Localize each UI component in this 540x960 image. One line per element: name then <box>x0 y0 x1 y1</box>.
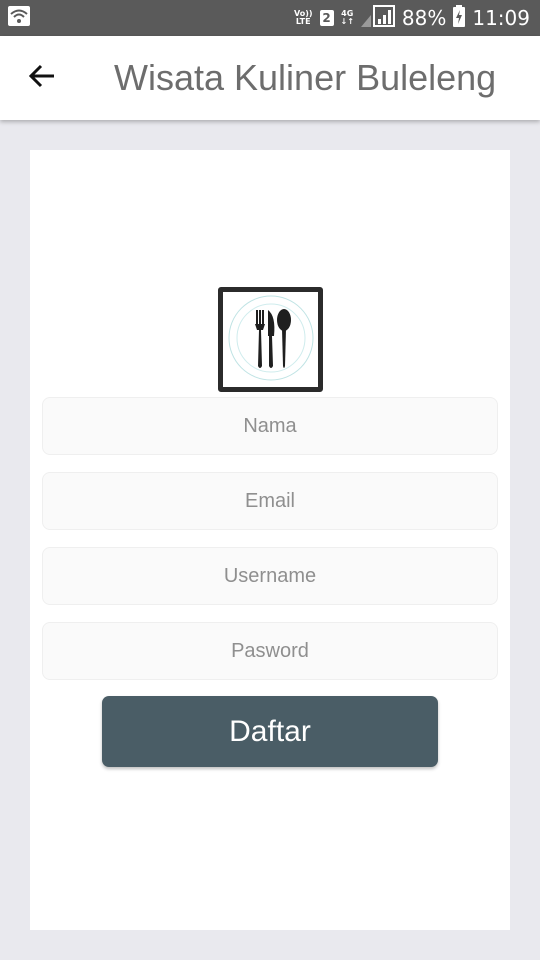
page-title: Wisata Kuliner Buleleng <box>114 57 497 98</box>
register-button[interactable]: Daftar <box>102 696 438 767</box>
username-field[interactable]: Username <box>42 547 498 605</box>
wifi-icon <box>8 6 30 30</box>
battery-charging-icon <box>453 5 466 31</box>
register-card: Nama Email Username Pasword Daftar <box>30 150 510 930</box>
cutlery-icon <box>227 294 315 386</box>
clock: 11:09 <box>472 6 530 30</box>
volte-indicator: Vo)) LTE <box>294 10 313 26</box>
battery-percent: 88% <box>401 6 447 30</box>
status-bar: Vo)) LTE 2 4G ↓↑ 88% 11:09 <box>0 0 540 36</box>
name-field[interactable]: Nama <box>42 397 498 455</box>
password-field[interactable]: Pasword <box>42 622 498 680</box>
network-arrows: ↓↑ <box>340 17 354 26</box>
app-bar: Wisata Kuliner Buleleng <box>0 36 540 120</box>
email-field[interactable]: Email <box>42 472 498 530</box>
sim-slot-badge: 2 <box>319 10 334 26</box>
network-type: 4G ↓↑ <box>341 10 354 26</box>
status-right: Vo)) LTE 2 4G ↓↑ 88% 11:09 <box>294 5 530 31</box>
signal-icon <box>360 5 395 31</box>
app-logo <box>218 287 323 392</box>
volte-bottom: LTE <box>295 17 311 26</box>
arrow-left-icon <box>28 64 56 92</box>
back-button[interactable] <box>24 60 60 96</box>
status-left <box>8 6 30 30</box>
